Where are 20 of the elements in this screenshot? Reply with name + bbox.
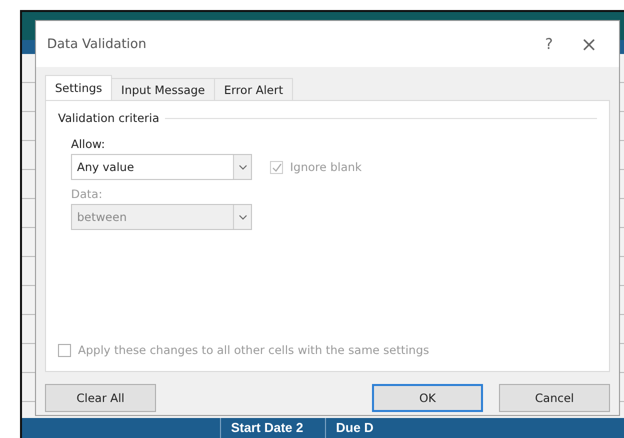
dialog-button[interactable]: Clear All [45, 384, 156, 412]
checkbox-label: Ignore blank [290, 160, 362, 174]
dialog-button[interactable]: OK [372, 384, 483, 412]
dialog-button[interactable]: Cancel [499, 384, 610, 412]
chevron-down-icon [238, 164, 246, 170]
column-header: Start Date 2 [220, 418, 325, 438]
window-title: Data Validation [47, 36, 148, 52]
tab[interactable]: Error Alert [214, 78, 294, 100]
field-label: Data: [71, 187, 104, 201]
checkbox[interactable] [58, 344, 71, 356]
dropdown-field[interactable]: Any value [71, 154, 252, 180]
checkmark-icon [272, 162, 282, 172]
group-heading: Validation criteria [58, 111, 160, 125]
close-button[interactable]: × [569, 31, 609, 57]
field-label: Allow: [71, 137, 106, 151]
help-button[interactable]: ? [529, 34, 569, 54]
tab[interactable]: Settings [45, 75, 112, 100]
column-header: Due D [325, 418, 525, 438]
checkbox-label: Apply these changes to all other cells with the same settings [78, 343, 430, 357]
chevron-down-icon [238, 214, 246, 220]
